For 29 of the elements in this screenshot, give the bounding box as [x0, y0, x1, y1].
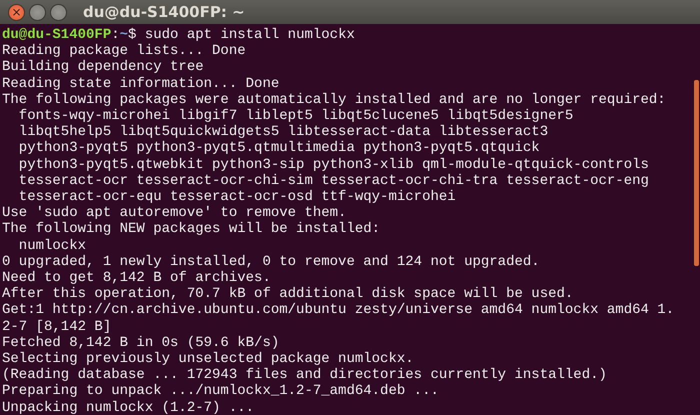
- output-line: numlockx: [18, 238, 86, 254]
- output-line: Unpacking numlockx (1.2-7) ...: [2, 400, 254, 415]
- output-line: fonts-wqy-microhei libgif7 liblept5 libqt5clucene5 libqt5designer5: [18, 108, 574, 124]
- output-line: python3-pyqt5 python3-pyqt5.qtmultimedia python3-pyqt5.qtquick: [18, 140, 540, 157]
- command-line: du@du-S1400FP:~$ sudo apt install numlockx: [2, 27, 355, 44]
- maximize-button[interactable]: [50, 4, 67, 20]
- output-line: Selecting previously unselected package numlockx.: [2, 351, 414, 368]
- output-line: Get:1 http://cn.archive.ubuntu.com/ubuntu zesty/universe amd64 numlockx amd64 1.: [2, 302, 674, 319]
- close-button[interactable]: ×: [8, 4, 25, 20]
- scrollbar-thumb[interactable]: [694, 80, 699, 266]
- output-line: Need to get 8,142 B of archives.: [2, 270, 271, 286]
- output-line: The following NEW packages will be installed:: [2, 221, 380, 238]
- output-line: Reading state information... Done: [2, 76, 280, 92]
- minimize-button[interactable]: [29, 4, 46, 20]
- output-line: Preparing to unpack .../numlockx_1.2-7_amd64.deb ...: [2, 383, 439, 400]
- output-line: After this operation, 70.7 kB of additional disk space will be used.: [2, 286, 574, 302]
- output-line: Fetched 8,142 B in 0s (59.6 kB/s): [2, 334, 280, 352]
- window-title: du@du-S1400FP: ~: [83, 3, 245, 21]
- output-line: 2-7 [8,142 B]: [2, 318, 112, 335]
- output-line: libqt5help5 libqt5quickwidgets5 libtesseract-data libtesseract3: [18, 124, 548, 140]
- output-line: 0 upgraded, 1 newly installed, 0 to remove and 124 not upgraded.: [2, 254, 540, 270]
- output-line: tesseract-ocr-equ tesseract-ocr-osd ttf-wqy-microhei: [18, 189, 456, 206]
- output-line: tesseract-ocr tesseract-ocr-chi-sim tesseract-ocr-chi-tra tesseract-ocr-eng: [18, 172, 649, 190]
- output-line: Use 'sudo apt autoremove' to remove them.: [2, 205, 346, 222]
- output-line: Building dependency tree: [2, 59, 204, 76]
- output-line: The following packages were automatically installed and are no longer required:: [2, 92, 666, 108]
- output-line: Reading package lists... Done: [2, 43, 246, 60]
- output-line: python3-pyqt5.qtwebkit python3-sip python3-xlib qml-module-qtquick-controls: [18, 156, 649, 173]
- output-line: (Reading database ... 172943 files and directories currently installed.): [2, 367, 607, 384]
